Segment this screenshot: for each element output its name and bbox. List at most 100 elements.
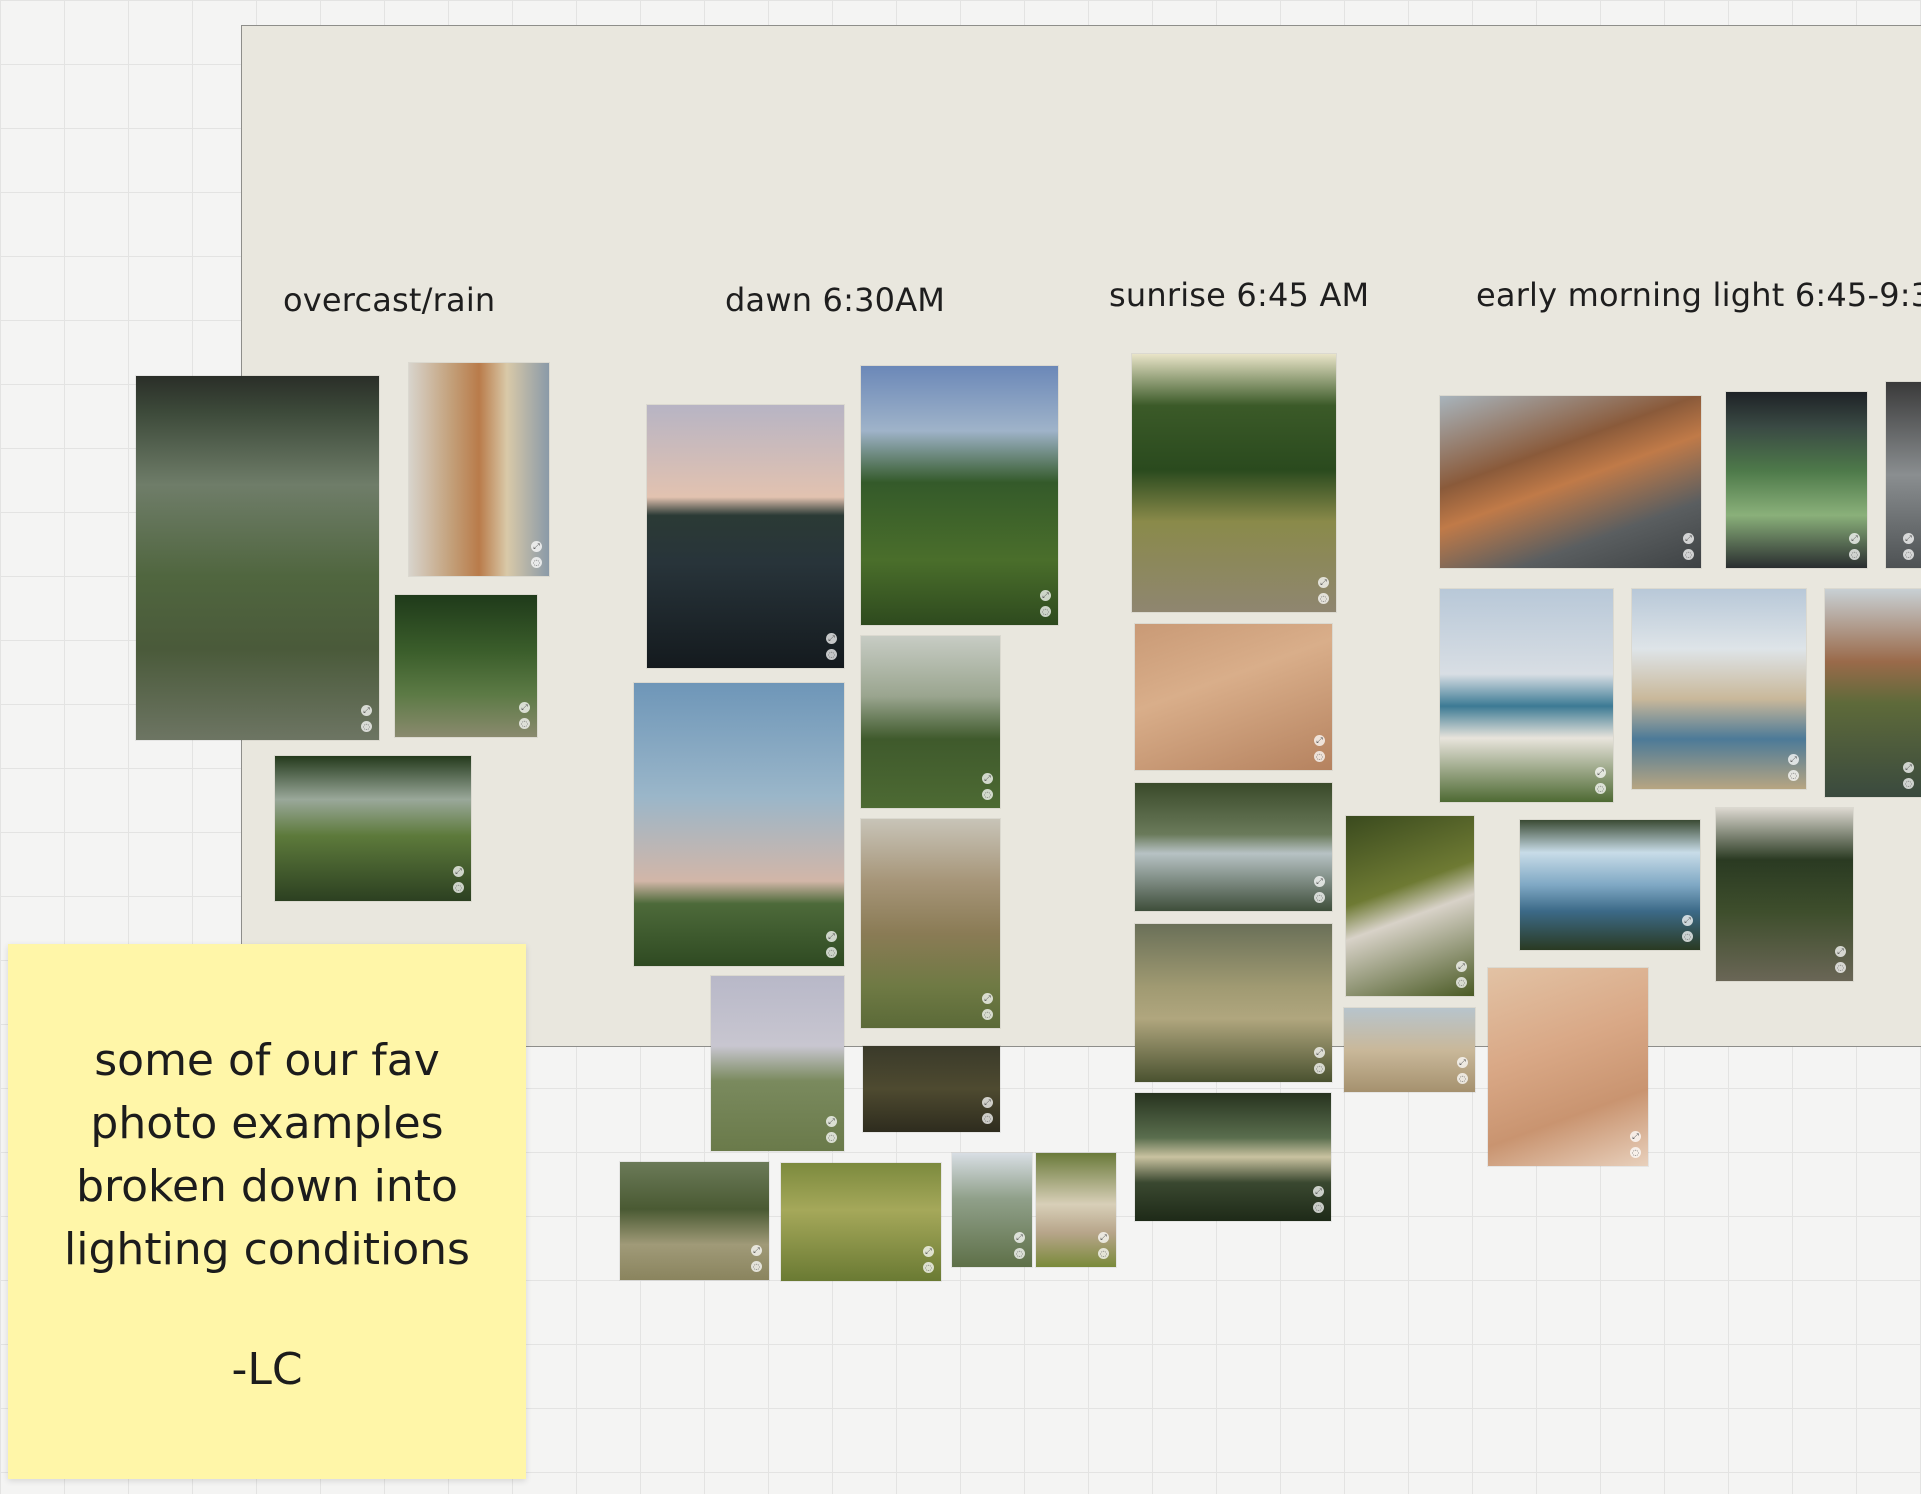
photo-running-on-dune[interactable]: ⤢ ◌: [1344, 1008, 1475, 1092]
photo-lone-tree-field[interactable]: ⤢ ◌: [861, 636, 1000, 808]
comment-icon[interactable]: ◌: [923, 1262, 934, 1273]
comment-icon[interactable]: ◌: [1903, 778, 1914, 789]
photo-meadow-with-chair[interactable]: ⤢ ◌: [620, 1162, 769, 1280]
photo-buoys-on-shed[interactable]: ⤢ ◌: [409, 363, 549, 576]
expand-icon[interactable]: ⤢: [1595, 767, 1606, 778]
comment-icon[interactable]: ◌: [1849, 549, 1860, 560]
photo-tree-lined-lane[interactable]: ⤢ ◌: [1716, 808, 1853, 981]
expand-icon[interactable]: ⤢: [1849, 533, 1860, 544]
comment-icon[interactable]: ◌: [982, 789, 993, 800]
comment-icon[interactable]: ◌: [1835, 962, 1846, 973]
sticky-note-line: lighting conditions: [64, 1223, 470, 1275]
comment-icon[interactable]: ◌: [826, 947, 837, 958]
sticky-note-line: broken down into: [76, 1160, 458, 1212]
expand-icon[interactable]: ⤢: [1314, 876, 1325, 887]
expand-icon[interactable]: ⤢: [982, 1097, 993, 1108]
expand-icon[interactable]: ⤢: [519, 702, 530, 713]
comment-icon[interactable]: ◌: [1014, 1248, 1025, 1259]
photo-lake-through-trees[interactable]: ⤢ ◌: [1520, 820, 1700, 950]
comment-icon[interactable]: ◌: [1595, 783, 1606, 794]
photo-porch-in-rain[interactable]: ⤢ ◌: [136, 376, 379, 740]
expand-icon[interactable]: ⤢: [361, 705, 372, 716]
expand-icon[interactable]: ⤢: [1313, 1186, 1324, 1197]
comment-icon[interactable]: ◌: [1313, 1202, 1324, 1213]
photo-forest-path[interactable]: ⤢ ◌: [395, 595, 537, 737]
photo-chairs-on-hill[interactable]: ⤢ ◌: [861, 819, 1000, 1028]
photo-birch-forest[interactable]: ⤢ ◌: [952, 1153, 1032, 1267]
comment-icon[interactable]: ◌: [982, 1113, 993, 1124]
expand-icon[interactable]: ⤢: [531, 541, 542, 552]
photo-hand-skin-closeup[interactable]: ⤢ ◌: [1135, 624, 1332, 770]
expand-icon[interactable]: ⤢: [1903, 533, 1914, 544]
comment-icon[interactable]: ◌: [1314, 892, 1325, 903]
photo-group-at-dusk[interactable]: ⤢ ◌: [863, 1046, 1000, 1132]
comment-icon[interactable]: ◌: [1314, 1063, 1325, 1074]
photo-adirondack-chairs-sea[interactable]: ⤢ ◌: [1440, 589, 1613, 802]
comment-icon[interactable]: ◌: [1903, 549, 1914, 560]
photo-car-interior-edge[interactable]: ⤢ ◌: [1886, 382, 1921, 568]
sticky-note[interactable]: some of our fav photo examples broken do…: [8, 944, 526, 1479]
comment-icon[interactable]: ◌: [751, 1261, 762, 1272]
comment-icon[interactable]: ◌: [453, 882, 464, 893]
photo-man-by-misty-pond[interactable]: ⤢ ◌: [1135, 924, 1332, 1082]
comment-icon[interactable]: ◌: [826, 649, 837, 660]
expand-icon[interactable]: ⤢: [1314, 1047, 1325, 1058]
photo-meadow-through-trees[interactable]: ⤢ ◌: [275, 756, 471, 901]
comment-icon[interactable]: ◌: [1457, 1073, 1468, 1084]
photo-foot-in-grass[interactable]: ⤢ ◌: [1346, 816, 1474, 996]
comment-icon[interactable]: ◌: [826, 1132, 837, 1143]
expand-icon[interactable]: ⤢: [1014, 1232, 1025, 1243]
expand-icon[interactable]: ⤢: [982, 773, 993, 784]
comment-icon[interactable]: ◌: [1040, 606, 1051, 617]
photo-running-in-grass[interactable]: ⤢ ◌: [781, 1163, 941, 1281]
photo-person-sitting-grass[interactable]: ⤢ ◌: [1036, 1153, 1116, 1267]
section-heading-overcast[interactable]: overcast/rain: [283, 281, 495, 319]
expand-icon[interactable]: ⤢: [453, 866, 464, 877]
expand-icon[interactable]: ⤢: [1040, 590, 1051, 601]
comment-icon[interactable]: ◌: [519, 718, 530, 729]
expand-icon[interactable]: ⤢: [1456, 961, 1467, 972]
photo-sand-dune-lake[interactable]: ⤢ ◌: [1632, 589, 1806, 789]
expand-icon[interactable]: ⤢: [826, 931, 837, 942]
expand-icon[interactable]: ⤢: [1683, 533, 1694, 544]
expand-icon[interactable]: ⤢: [982, 993, 993, 1004]
expand-icon[interactable]: ⤢: [826, 633, 837, 644]
comment-icon[interactable]: ◌: [1788, 770, 1799, 781]
expand-icon[interactable]: ⤢: [1318, 577, 1329, 588]
photo-hillside-reflection[interactable]: ⤢ ◌: [1825, 589, 1921, 797]
expand-icon[interactable]: ⤢: [1630, 1131, 1641, 1142]
comment-icon[interactable]: ◌: [1683, 549, 1694, 560]
expand-icon[interactable]: ⤢: [1903, 762, 1914, 773]
comment-icon[interactable]: ◌: [1682, 931, 1693, 942]
comment-icon[interactable]: ◌: [1630, 1147, 1641, 1158]
expand-icon[interactable]: ⤢: [751, 1245, 762, 1256]
comment-icon[interactable]: ◌: [1314, 751, 1325, 762]
photo-lake-dock[interactable]: ⤢ ◌: [1135, 783, 1332, 911]
photo-swimmer-in-lake[interactable]: ⤢ ◌: [647, 405, 844, 668]
photo-hair-car-window[interactable]: ⤢ ◌: [1440, 396, 1701, 568]
photo-arm-out-car-window[interactable]: ⤢ ◌: [1726, 392, 1867, 568]
expand-icon[interactable]: ⤢: [1788, 754, 1799, 765]
expand-icon[interactable]: ⤢: [923, 1246, 934, 1257]
expand-icon[interactable]: ⤢: [1835, 946, 1846, 957]
photo-sunrise-lake-silhouette[interactable]: ⤢ ◌: [1135, 1093, 1331, 1221]
photo-eye-closeup-ladybug[interactable]: ⤢ ◌: [1488, 968, 1648, 1166]
expand-icon[interactable]: ⤢: [1457, 1057, 1468, 1068]
comment-icon[interactable]: ◌: [1456, 977, 1467, 988]
section-heading-dawn[interactable]: dawn 6:30AM: [725, 281, 945, 319]
photo-sunlit-road[interactable]: ⤢ ◌: [1132, 354, 1336, 612]
photo-woman-in-field[interactable]: ⤢ ◌: [711, 976, 844, 1151]
section-heading-early-morning[interactable]: early morning light 6:45-9:30: [1476, 276, 1921, 314]
photo-blue-dawn-field[interactable]: ⤢ ◌: [634, 683, 844, 966]
expand-icon[interactable]: ⤢: [1314, 735, 1325, 746]
comment-icon[interactable]: ◌: [361, 721, 372, 732]
expand-icon[interactable]: ⤢: [826, 1116, 837, 1127]
photo-pasture-gate[interactable]: ⤢ ◌: [861, 366, 1058, 625]
comment-icon[interactable]: ◌: [1098, 1248, 1109, 1259]
expand-icon[interactable]: ⤢: [1682, 915, 1693, 926]
comment-icon[interactable]: ◌: [1318, 593, 1329, 604]
section-heading-sunrise[interactable]: sunrise 6:45 AM: [1109, 276, 1369, 314]
comment-icon[interactable]: ◌: [531, 557, 542, 568]
expand-icon[interactable]: ⤢: [1098, 1232, 1109, 1243]
comment-icon[interactable]: ◌: [982, 1009, 993, 1020]
